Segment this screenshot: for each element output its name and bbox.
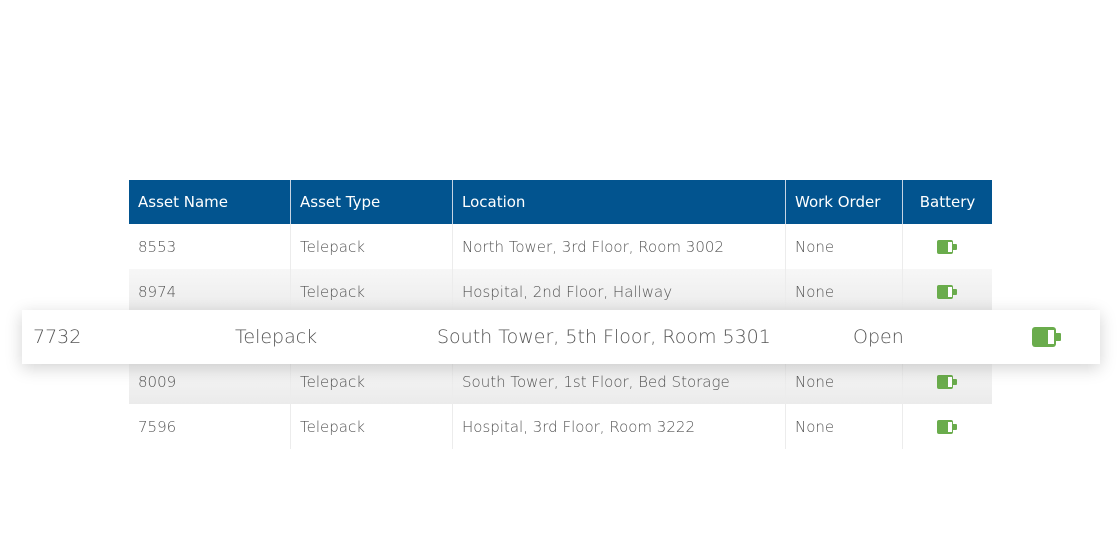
column-header-work-order[interactable]: Work Order: [786, 180, 903, 224]
battery-icon: [937, 239, 958, 254]
battery-cell: [903, 224, 992, 269]
work-order-cell: None: [786, 359, 903, 404]
work-order-cell: Open: [853, 326, 904, 348]
asset-name-cell: 8553: [129, 224, 291, 269]
asset-name-cell: 8974: [129, 269, 291, 314]
table-row[interactable]: 7596 Telepack Hospital, 3rd Floor, Room …: [129, 404, 992, 449]
battery-icon: [937, 419, 958, 434]
location-cell: Hospital, 3rd Floor, Room 3222: [453, 404, 786, 449]
column-header-battery[interactable]: Battery: [903, 180, 992, 224]
asset-name-cell: 7732: [33, 326, 82, 348]
asset-type-cell: Telepack: [235, 326, 318, 348]
work-order-cell: None: [786, 269, 903, 314]
column-header-asset-type[interactable]: Asset Type: [291, 180, 453, 224]
work-order-cell: None: [786, 224, 903, 269]
battery-cell: [903, 269, 992, 314]
location-cell: South Tower, 1st Floor, Bed Storage: [453, 359, 786, 404]
battery-cell: [1032, 310, 1062, 364]
table-row[interactable]: 8553 Telepack North Tower, 3rd Floor, Ro…: [129, 224, 992, 269]
battery-cell: [903, 359, 992, 404]
asset-name-cell: 8009: [129, 359, 291, 404]
asset-type-cell: Telepack: [291, 404, 453, 449]
asset-type-cell: Telepack: [291, 224, 453, 269]
battery-icon: [1032, 327, 1062, 347]
work-order-cell: None: [786, 404, 903, 449]
location-cell: South Tower, 5th Floor, Room 5301: [437, 326, 771, 348]
table-header: Asset Name Asset Type Location Work Orde…: [129, 180, 992, 224]
battery-cell: [903, 404, 992, 449]
asset-name-cell: 7596: [129, 404, 291, 449]
table-row[interactable]: 8009 Telepack South Tower, 1st Floor, Be…: [129, 359, 992, 404]
column-header-location[interactable]: Location: [453, 180, 786, 224]
highlighted-table-row[interactable]: 7732 Telepack South Tower, 5th Floor, Ro…: [22, 310, 1100, 364]
table-row[interactable]: 8974 Telepack Hospital, 2nd Floor, Hallw…: [129, 269, 992, 314]
column-header-asset-name[interactable]: Asset Name: [129, 180, 291, 224]
location-cell: Hospital, 2nd Floor, Hallway: [453, 269, 786, 314]
location-cell: North Tower, 3rd Floor, Room 3002: [453, 224, 786, 269]
asset-type-cell: Telepack: [291, 269, 453, 314]
battery-icon: [937, 374, 958, 389]
asset-type-cell: Telepack: [291, 359, 453, 404]
battery-icon: [937, 284, 958, 299]
